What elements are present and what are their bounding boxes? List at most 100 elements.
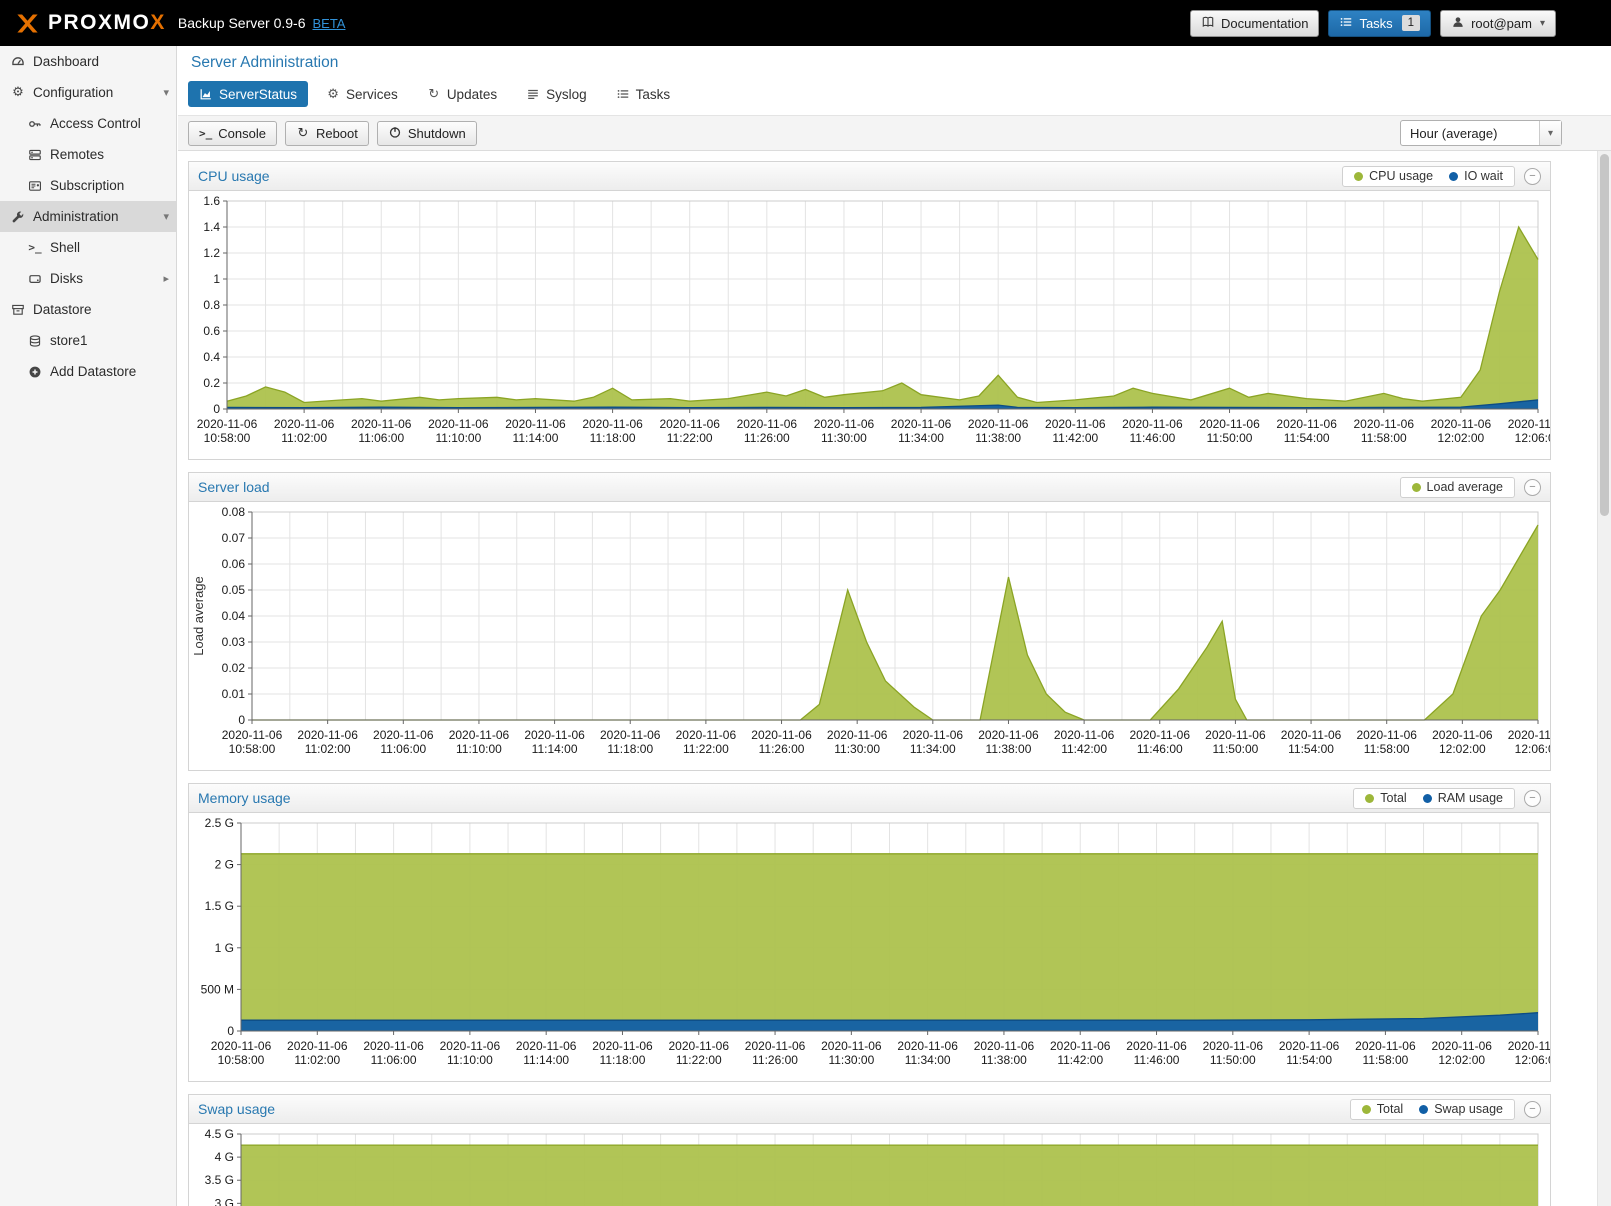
charts-area: CPU usageCPU usageIO wait−00.20.40.60.81… [178,151,1611,1206]
svg-text:2020-11-06: 2020-11-06 [1508,1039,1550,1053]
collapse-panel-button[interactable]: − [1524,1101,1541,1118]
legend-label: CPU usage [1369,169,1433,183]
collapse-panel-button[interactable]: − [1524,790,1541,807]
svg-text:11:54:00: 11:54:00 [1288,742,1334,756]
disk-icon [28,272,42,286]
panel-server-load: Server loadLoad average−00.010.020.030.0… [188,472,1551,771]
svg-text:3 G: 3 G [215,1196,234,1206]
sidebar-item-configuration[interactable]: ⚙Configuration▾ [0,77,176,108]
archive-icon [11,303,25,317]
shutdown-button[interactable]: Shutdown [377,121,477,146]
legend-item-ram-usage[interactable]: RAM usage [1423,791,1503,805]
card-icon [28,179,42,193]
svg-text:0.07: 0.07 [222,531,246,545]
svg-text:2020-11-06: 2020-11-06 [1281,728,1342,742]
sidebar-item-subscription[interactable]: Subscription [0,170,176,201]
chart-memory-usage: 0500 M1 G1.5 G2 G2.5 G2020-11-0610:58:00… [189,813,1550,1081]
tab-label: Updates [447,87,497,102]
svg-text:2020-11-06: 2020-11-06 [440,1039,501,1053]
expand-arrow-icon[interactable]: ▸ [163,272,169,285]
legend-item-total[interactable]: Total [1362,1102,1403,1116]
svg-text:2020-11-06: 2020-11-06 [1122,417,1183,431]
sidebar-item-dashboard[interactable]: Dashboard [0,46,176,77]
legend-dot-icon [1362,1105,1371,1114]
legend-item-total[interactable]: Total [1365,791,1406,805]
svg-text:11:18:00: 11:18:00 [600,1053,646,1067]
tab-tasks[interactable]: Tasks [605,81,682,107]
legend-item-io-wait[interactable]: IO wait [1449,169,1503,183]
scrollbar-thumb[interactable] [1600,154,1609,516]
sidebar-item-store1[interactable]: store1 [0,325,176,356]
svg-text:3.5 G: 3.5 G [205,1173,234,1187]
list-icon [616,87,630,101]
svg-text:2020-11-06: 2020-11-06 [814,417,875,431]
legend-dot-icon [1419,1105,1428,1114]
brand-wordmark: PROXMOX [48,11,166,35]
svg-text:2020-11-06: 2020-11-06 [351,417,412,431]
proxmox-x-icon [14,10,41,37]
sidebar-item-datastore[interactable]: Datastore [0,294,176,325]
sidebar-item-shell[interactable]: >_Shell [0,232,176,263]
gauge-icon [11,55,25,69]
legend-item-load-average[interactable]: Load average [1412,480,1503,494]
svg-text:12:02:00: 12:02:00 [1438,1053,1485,1067]
timerange-select[interactable]: Hour (average) ▾ [1400,120,1562,146]
svg-text:11:42:00: 11:42:00 [1061,742,1107,756]
legend-label: Load average [1427,480,1503,494]
svg-text:11:18:00: 11:18:00 [607,742,653,756]
refresh-icon: ↻ [427,88,441,101]
expand-arrow-icon[interactable]: ▾ [163,86,169,99]
collapse-panel-button[interactable]: − [1524,479,1541,496]
svg-text:11:58:00: 11:58:00 [1362,1053,1408,1067]
sidebar-item-administration[interactable]: Administration▾ [0,201,176,232]
expand-arrow-icon[interactable]: ▾ [163,210,169,223]
sidebar-item-access-control[interactable]: Access Control [0,108,176,139]
svg-text:2020-11-06: 2020-11-06 [1432,728,1493,742]
tab-serverstatus[interactable]: ServerStatus [188,81,308,107]
sidebar-item-add-datastore[interactable]: Add Datastore [0,356,176,387]
svg-text:11:34:00: 11:34:00 [898,431,944,445]
svg-text:4.5 G: 4.5 G [205,1127,234,1141]
collapse-panel-button[interactable]: − [1524,168,1541,185]
chart-swap-usage: 0500 M1 G1.5 G2 G2.5 G3 G3.5 G4 G4.5 G20… [189,1124,1550,1206]
svg-text:12:02:00: 12:02:00 [1439,742,1486,756]
select-caret-icon[interactable]: ▾ [1539,121,1561,145]
svg-text:11:42:00: 11:42:00 [1052,431,1098,445]
svg-text:11:38:00: 11:38:00 [975,431,1021,445]
svg-text:11:46:00: 11:46:00 [1129,431,1175,445]
vertical-scrollbar[interactable] [1597,151,1611,1206]
panel-title: Memory usage [198,790,291,806]
svg-text:2020-11-06: 2020-11-06 [373,728,434,742]
tab-updates[interactable]: ↻ Updates [416,81,508,107]
legend-item-swap-usage[interactable]: Swap usage [1419,1102,1503,1116]
tasks-button[interactable]: Tasks 1 [1328,10,1431,37]
svg-text:12:02:00: 12:02:00 [1438,431,1485,445]
legend-dot-icon [1423,794,1432,803]
svg-text:0.8: 0.8 [203,298,220,312]
legend-item-cpu-usage[interactable]: CPU usage [1354,169,1433,183]
documentation-button[interactable]: Documentation [1190,10,1319,37]
svg-text:2020-11-06: 2020-11-06 [297,728,358,742]
svg-text:2020-11-06: 2020-11-06 [287,1039,348,1053]
svg-text:11:38:00: 11:38:00 [986,742,1032,756]
sidebar-item-label: Dashboard [33,54,99,69]
svg-text:10:58:00: 10:58:00 [204,431,251,445]
console-button[interactable]: >_ Console [188,121,277,146]
svg-text:1.4: 1.4 [203,220,220,234]
svg-text:11:02:00: 11:02:00 [281,431,327,445]
panel-header: CPU usageCPU usageIO wait− [189,162,1550,191]
panel-memory-usage: Memory usage Total RAM usage − 0500 M1 G1.5 … [188,783,1551,1082]
topbar-actions: Documentation Tasks 1 root@pam ▾ [1190,10,1556,37]
svg-text:11:26:00: 11:26:00 [752,1053,798,1067]
user-menu-button[interactable]: root@pam ▾ [1440,10,1556,37]
reboot-button[interactable]: ↻ Reboot [285,121,369,146]
tab-services[interactable]: ⚙Services [315,81,409,107]
svg-text:2020-11-06: 2020-11-06 [222,728,283,742]
sidebar-item-remotes[interactable]: Remotes [0,139,176,170]
svg-text:0.08: 0.08 [222,505,246,519]
sidebar-item-disks[interactable]: Disks▸ [0,263,176,294]
svg-text:11:54:00: 11:54:00 [1286,1053,1332,1067]
beta-link[interactable]: BETA [312,16,345,31]
user-icon [1451,15,1465,32]
tab-syslog[interactable]: Syslog [515,81,598,107]
